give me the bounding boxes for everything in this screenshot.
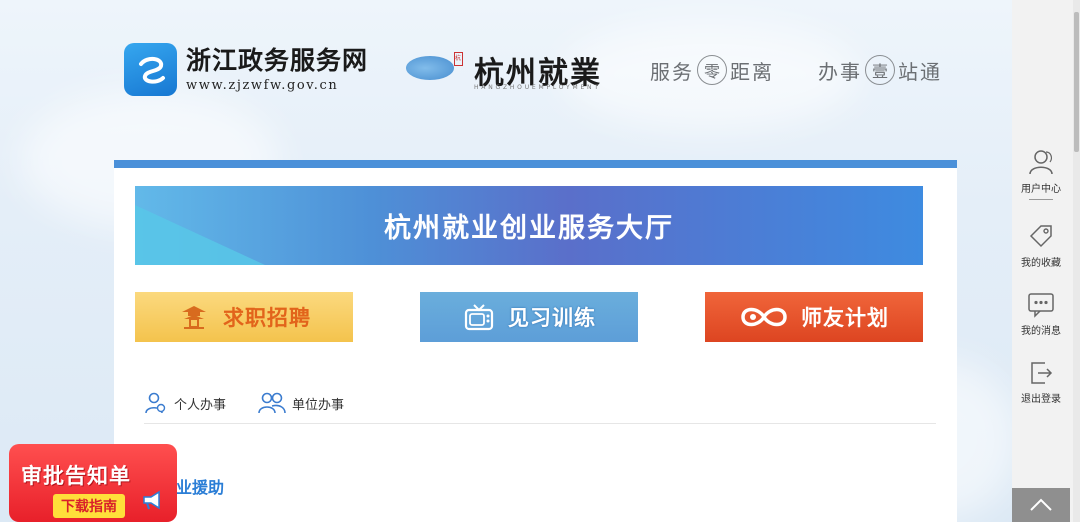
tv-icon — [462, 302, 496, 332]
sidebar-item-label: 我的消息 — [1021, 326, 1061, 337]
hall-banner: 杭州就业创业服务大厅 — [135, 186, 923, 265]
sidebar-item-favorites[interactable]: 我的收藏 — [1012, 222, 1070, 269]
sidebar-item-label: 退出登录 — [1021, 394, 1061, 405]
brand-subtitle: HANGZHOUEMPLOYMENT — [474, 84, 601, 91]
user-icon — [1029, 150, 1053, 175]
tile-label: 师友计划 — [801, 306, 889, 330]
slogan-onestop: 办事 壹 站通 — [818, 55, 942, 85]
tab-personal[interactable]: 个人办事 — [144, 390, 226, 416]
logout-icon — [1031, 362, 1053, 384]
employment-logo[interactable]: 杭 杭州就業 HANGZHOUEMPLOYMENT — [402, 48, 612, 94]
slogan-service: 服务 零 距离 — [650, 55, 774, 85]
page-background: 浙江政务服务网 www.zjzwfw.gov.cn 杭 杭州就業 HANGZHO… — [0, 0, 1012, 522]
main-panel: 杭州就业创业服务大厅 求职招聘 见习训练 师友计划 个人办事 单位办事 业援助 — [114, 160, 957, 522]
sidebar-item-messages[interactable]: 我的消息 — [1012, 292, 1070, 337]
sidebar-item-user-center[interactable]: 用户中心 — [1012, 148, 1070, 200]
service-tabs: 个人办事 单位办事 — [144, 390, 936, 424]
approval-notice-promo[interactable]: 审批告知单 下载指南 — [9, 444, 177, 522]
brand-tag: 杭 — [454, 52, 463, 66]
tile-mentor-plan[interactable]: 师友计划 — [705, 292, 923, 342]
slogan-circle: 零 — [697, 55, 727, 85]
scrollbar-thumb[interactable] — [1074, 12, 1079, 152]
tab-label: 单位办事 — [292, 397, 345, 413]
portal-url: www.zjzwfw.gov.cn — [186, 78, 339, 93]
sidebar-item-label: 用户中心 — [1021, 184, 1061, 195]
tab-organization[interactable]: 单位办事 — [258, 390, 344, 416]
group-icon — [258, 392, 286, 414]
tile-job-recruitment[interactable]: 求职招聘 — [135, 292, 353, 342]
infinity-icon — [739, 302, 789, 332]
tile-label: 求职招聘 — [223, 306, 311, 330]
megaphone-icon — [143, 490, 160, 510]
message-icon — [1028, 293, 1054, 318]
sidebar-item-logout[interactable]: 退出登录 — [1012, 360, 1070, 405]
tab-label: 个人办事 — [174, 397, 227, 413]
banner-title: 杭州就业创业服务大厅 — [384, 213, 674, 244]
person-icon — [145, 392, 166, 414]
portal-logo[interactable]: 浙江政务服务网 www.zjzwfw.gov.cn — [124, 43, 368, 96]
promo-title: 审批告知单 — [21, 464, 131, 488]
sidebar-item-label: 我的收藏 — [1021, 258, 1061, 269]
portal-logo-icon — [124, 43, 177, 96]
brand-badge-icon — [406, 56, 454, 80]
tile-internship-training[interactable]: 见习训练 — [420, 292, 638, 342]
portal-title: 浙江政务服务网 — [186, 46, 369, 75]
section-title: 业援助 — [176, 478, 225, 497]
tile-label: 见习训练 — [508, 306, 596, 330]
chevron-up-icon — [1030, 498, 1052, 511]
promo-subtitle: 下载指南 — [53, 494, 125, 518]
tag-icon — [1029, 225, 1052, 248]
slogan-circle: 壹 — [865, 55, 895, 85]
pagoda-icon — [177, 302, 211, 332]
back-to-top-button[interactable] — [1012, 488, 1070, 522]
